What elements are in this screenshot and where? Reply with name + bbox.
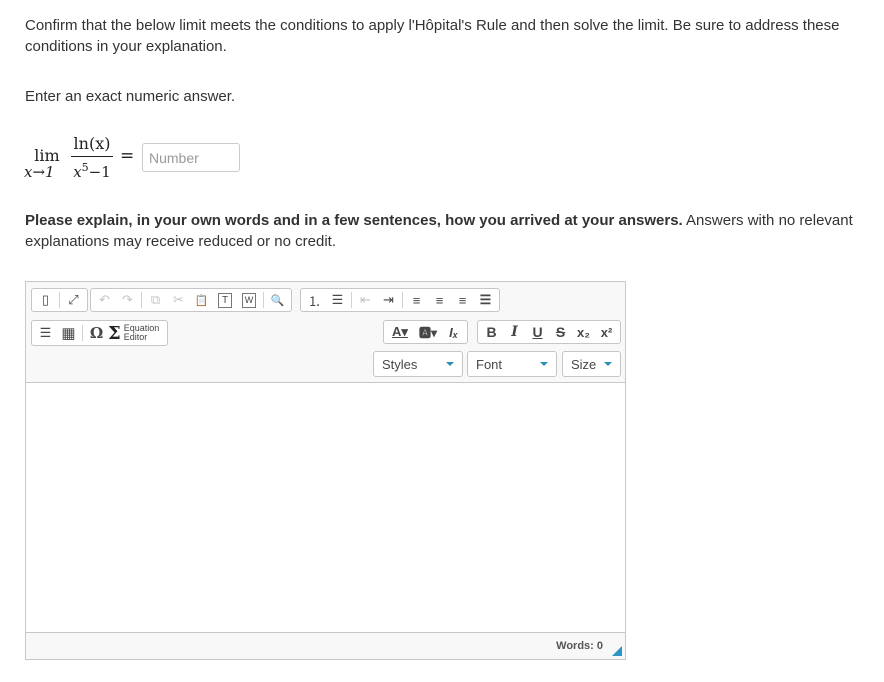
underline-icon[interactable]: U bbox=[526, 321, 549, 343]
equals-sign: = bbox=[120, 146, 135, 166]
fraction-denominator: x5−1 bbox=[73, 161, 111, 181]
background-color-icon[interactable]: 🅰▾ bbox=[414, 321, 442, 343]
numbered-list-icon[interactable]: ⒈ bbox=[303, 289, 326, 311]
equation-editor-button[interactable]: Σ Equation Editor bbox=[108, 322, 165, 344]
justify-icon[interactable]: ☰ bbox=[474, 289, 497, 311]
bold-icon[interactable]: B bbox=[480, 321, 503, 343]
editor-status-bar: Words: 0 bbox=[26, 632, 625, 659]
answer-prompt: Enter an exact numeric answer. bbox=[25, 88, 236, 105]
maximize-icon[interactable]: ⤢ bbox=[62, 289, 85, 311]
undo-icon[interactable]: ↶ bbox=[93, 289, 116, 311]
superscript-icon[interactable]: x² bbox=[595, 321, 618, 343]
redo-icon[interactable]: ↷ bbox=[116, 289, 139, 311]
horizontal-line-icon[interactable]: ☰ bbox=[34, 322, 57, 344]
cut-icon[interactable]: ✂ bbox=[167, 289, 190, 311]
align-left-icon[interactable]: ≡ bbox=[405, 289, 428, 311]
toolbar-group-insert: ☰ ▦ Ω Σ Equation Editor bbox=[31, 320, 169, 346]
instruction-text: Confirm that the below limit meets the c… bbox=[25, 17, 840, 55]
paste-text-icon[interactable]: T bbox=[218, 292, 232, 308]
align-right-icon[interactable]: ≡ bbox=[451, 289, 474, 311]
toolbar-group-basicstyles: B I U S x₂ x² bbox=[477, 320, 621, 344]
bulleted-list-icon[interactable]: ☰ bbox=[326, 289, 349, 311]
paste-word-icon[interactable]: W bbox=[242, 292, 256, 308]
table-icon[interactable]: ▦ bbox=[57, 322, 80, 344]
align-center-icon[interactable]: ≡ bbox=[428, 289, 451, 311]
decrease-indent-icon[interactable]: ⇤ bbox=[354, 289, 377, 311]
chevron-down-icon bbox=[604, 362, 612, 366]
fraction-bar bbox=[71, 156, 113, 157]
toolbar-group-view: ▯ ⤢ bbox=[31, 288, 88, 312]
rich-text-editor: ▯ ⤢ ↶ ↷ ⧉ ✂ 📋 T W 🔍 ⒈ ☰ ⇤ ⇥ ≡ ≡ ≡ ☰ ☰ ▦ … bbox=[25, 281, 626, 660]
paste-icon[interactable]: 📋 bbox=[190, 289, 213, 311]
limit-approach: x→1 bbox=[24, 163, 55, 181]
strikethrough-icon[interactable]: S bbox=[549, 321, 572, 343]
copy-icon[interactable]: ⧉ bbox=[144, 289, 167, 311]
toolbar-group-clipboard: ↶ ↷ ⧉ ✂ 📋 T W 🔍 bbox=[90, 288, 292, 312]
editor-content-area[interactable] bbox=[26, 383, 625, 633]
answer-number-input[interactable] bbox=[142, 143, 240, 172]
limit-operator: lim x→1 bbox=[24, 146, 60, 181]
size-dropdown[interactable]: Size bbox=[562, 351, 621, 377]
sigma-icon: Σ bbox=[108, 322, 121, 344]
show-blocks-icon[interactable]: ▯ bbox=[34, 289, 57, 311]
word-count: Words: 0 bbox=[556, 640, 603, 652]
text-color-icon[interactable]: A▾ bbox=[386, 321, 414, 343]
toolbar-group-paragraph: ⒈ ☰ ⇤ ⇥ ≡ ≡ ≡ ☰ bbox=[300, 288, 500, 312]
resize-handle-icon[interactable] bbox=[612, 646, 622, 656]
styles-dropdown[interactable]: Styles bbox=[373, 351, 463, 377]
increase-indent-icon[interactable]: ⇥ bbox=[377, 289, 400, 311]
remove-format-icon[interactable]: Iₓ bbox=[442, 321, 465, 343]
toolbar-group-colors: A▾ 🅰▾ Iₓ bbox=[383, 320, 468, 344]
italic-icon[interactable]: I bbox=[503, 321, 526, 343]
special-char-icon[interactable]: Ω bbox=[85, 322, 108, 344]
editor-toolbar: ▯ ⤢ ↶ ↷ ⧉ ✂ 📋 T W 🔍 ⒈ ☰ ⇤ ⇥ ≡ ≡ ≡ ☰ ☰ ▦ … bbox=[26, 282, 625, 383]
limit-fraction: ln(x) x5−1 bbox=[69, 133, 115, 182]
chevron-down-icon bbox=[540, 362, 548, 366]
find-icon[interactable]: 🔍 bbox=[266, 289, 289, 311]
fraction-numerator: ln(x) bbox=[73, 134, 111, 153]
chevron-down-icon bbox=[446, 362, 454, 366]
explain-instruction: Please explain, in your own words and in… bbox=[25, 212, 853, 250]
subscript-icon[interactable]: x₂ bbox=[572, 321, 595, 343]
font-dropdown[interactable]: Font bbox=[467, 351, 557, 377]
